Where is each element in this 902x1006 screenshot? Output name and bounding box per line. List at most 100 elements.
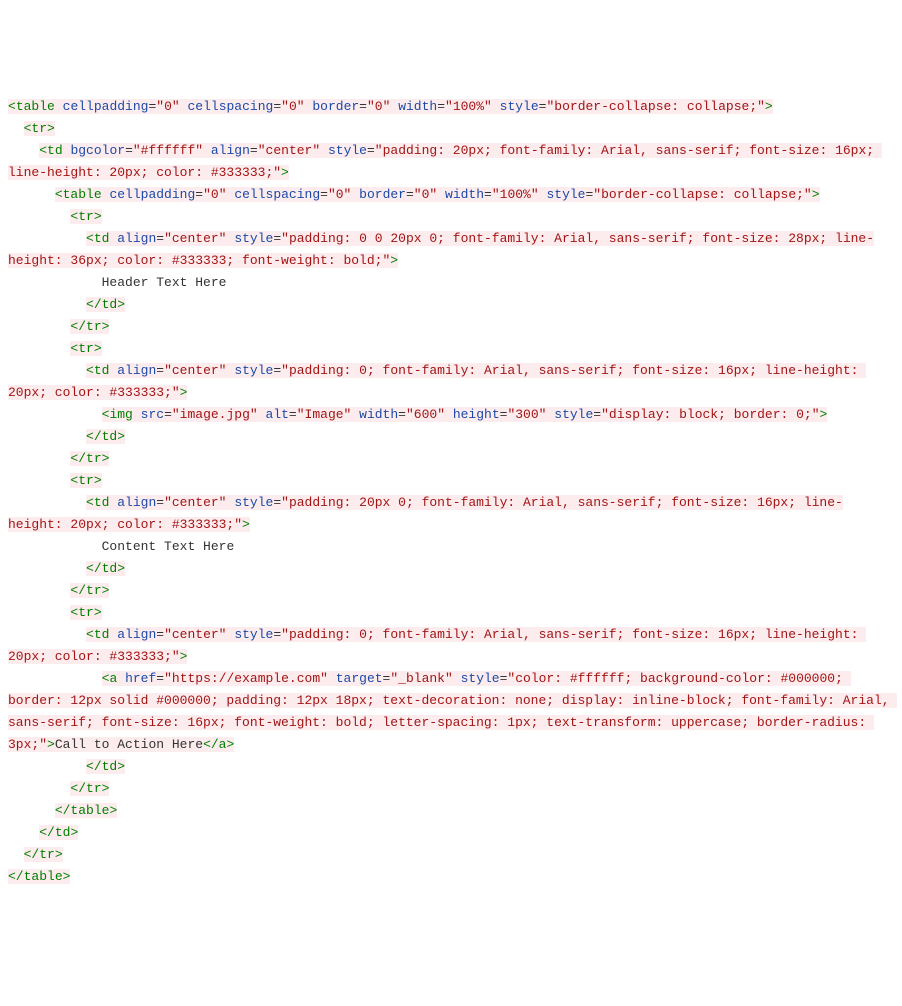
token-txt: = [289, 407, 297, 422]
code-line: Header Text Here [8, 272, 894, 294]
token-txt: = [156, 671, 164, 686]
indent [8, 407, 102, 422]
token-txt: = [156, 495, 164, 510]
indent [8, 429, 86, 444]
token-attr: style [554, 407, 593, 422]
token-tag: > [94, 473, 102, 488]
code-line: </td> [8, 558, 894, 580]
code-line: </tr> [8, 778, 894, 800]
token-tag: > [63, 869, 71, 884]
code-line: </table> [8, 800, 894, 822]
token-txt [117, 671, 125, 686]
code-line: </td> [8, 822, 894, 844]
token-tag: < [86, 495, 94, 510]
token-attr: align [117, 363, 156, 378]
token-txt [203, 143, 211, 158]
token-txt [492, 99, 500, 114]
token-val: "center" [164, 495, 226, 510]
token-tag: </ [86, 759, 102, 774]
token-txt: = [406, 187, 414, 202]
token-tag: > [117, 759, 125, 774]
token-tag: > [812, 187, 820, 202]
token-attr: src [141, 407, 164, 422]
token-txt [453, 671, 461, 686]
token-tag: tr [86, 781, 102, 796]
token-tag: tr [78, 341, 94, 356]
token-tag: table [16, 99, 55, 114]
token-txt: = [156, 231, 164, 246]
token-tag: < [55, 187, 63, 202]
token-attr: style [546, 187, 585, 202]
token-tag: > [47, 121, 55, 136]
token-txt: = [125, 143, 133, 158]
token-tag: > [47, 737, 55, 752]
code-line: </tr> [8, 580, 894, 602]
indent [8, 209, 70, 224]
token-txt: = [156, 363, 164, 378]
token-txt [55, 99, 63, 114]
token-attr: width [445, 187, 484, 202]
token-tag: table [24, 869, 63, 884]
token-tag: > [94, 605, 102, 620]
token-attr: style [500, 99, 539, 114]
token-tag: tr [78, 605, 94, 620]
code-line: <table cellpadding="0" cellspacing="0" b… [8, 184, 894, 206]
indent [8, 319, 70, 334]
token-attr: style [234, 363, 273, 378]
code-line: </td> [8, 294, 894, 316]
token-tag: < [86, 231, 94, 246]
token-attr: height [453, 407, 500, 422]
code-line: </table> [8, 866, 894, 888]
indent [8, 671, 102, 686]
token-val: "#ffffff" [133, 143, 203, 158]
indent [8, 187, 55, 202]
token-attr: border [312, 99, 359, 114]
token-tag: </ [8, 869, 24, 884]
token-attr: cellpadding [63, 99, 149, 114]
token-val: "center" [164, 231, 226, 246]
token-tag: </ [70, 451, 86, 466]
token-tag: > [102, 583, 110, 598]
token-tag: td [102, 759, 118, 774]
token-attr: width [398, 99, 437, 114]
indent [8, 847, 24, 862]
token-val: "border-collapse: collapse;" [546, 99, 764, 114]
indent [8, 583, 70, 598]
token-tag: td [102, 429, 118, 444]
token-attr: align [211, 143, 250, 158]
indent [8, 495, 86, 510]
token-attr: alt [266, 407, 289, 422]
indent [8, 605, 70, 620]
token-txt: = [273, 99, 281, 114]
token-tag: > [180, 385, 188, 400]
indent [8, 781, 70, 796]
token-tag: </ [203, 737, 219, 752]
token-tag: </ [86, 561, 102, 576]
token-attr: cellspacing [188, 99, 274, 114]
token-val: "600" [406, 407, 445, 422]
code-line: <a href="https://example.com" target="_b… [8, 668, 894, 756]
token-tag: tr [86, 583, 102, 598]
token-tag: td [94, 231, 110, 246]
token-tag: </ [70, 583, 86, 598]
indent [8, 363, 86, 378]
token-tag: > [70, 825, 78, 840]
token-tag: > [117, 429, 125, 444]
code-line: <td align="center" style="padding: 0; fo… [8, 624, 894, 668]
token-val: "display: block; border: 0;" [601, 407, 819, 422]
token-tag: td [55, 825, 71, 840]
indent [8, 473, 70, 488]
token-txt [133, 407, 141, 422]
code-line: <td align="center" style="padding: 0 0 2… [8, 228, 894, 272]
token-val: "_blank" [390, 671, 452, 686]
token-tag: td [47, 143, 63, 158]
indent [8, 451, 70, 466]
token-tag: > [102, 781, 110, 796]
code-line: <tr> [8, 602, 894, 624]
token-attr: align [117, 231, 156, 246]
indent [8, 275, 102, 290]
indent [8, 231, 86, 246]
token-tag: td [102, 297, 118, 312]
token-tag: </ [70, 781, 86, 796]
token-txt: = [359, 99, 367, 114]
